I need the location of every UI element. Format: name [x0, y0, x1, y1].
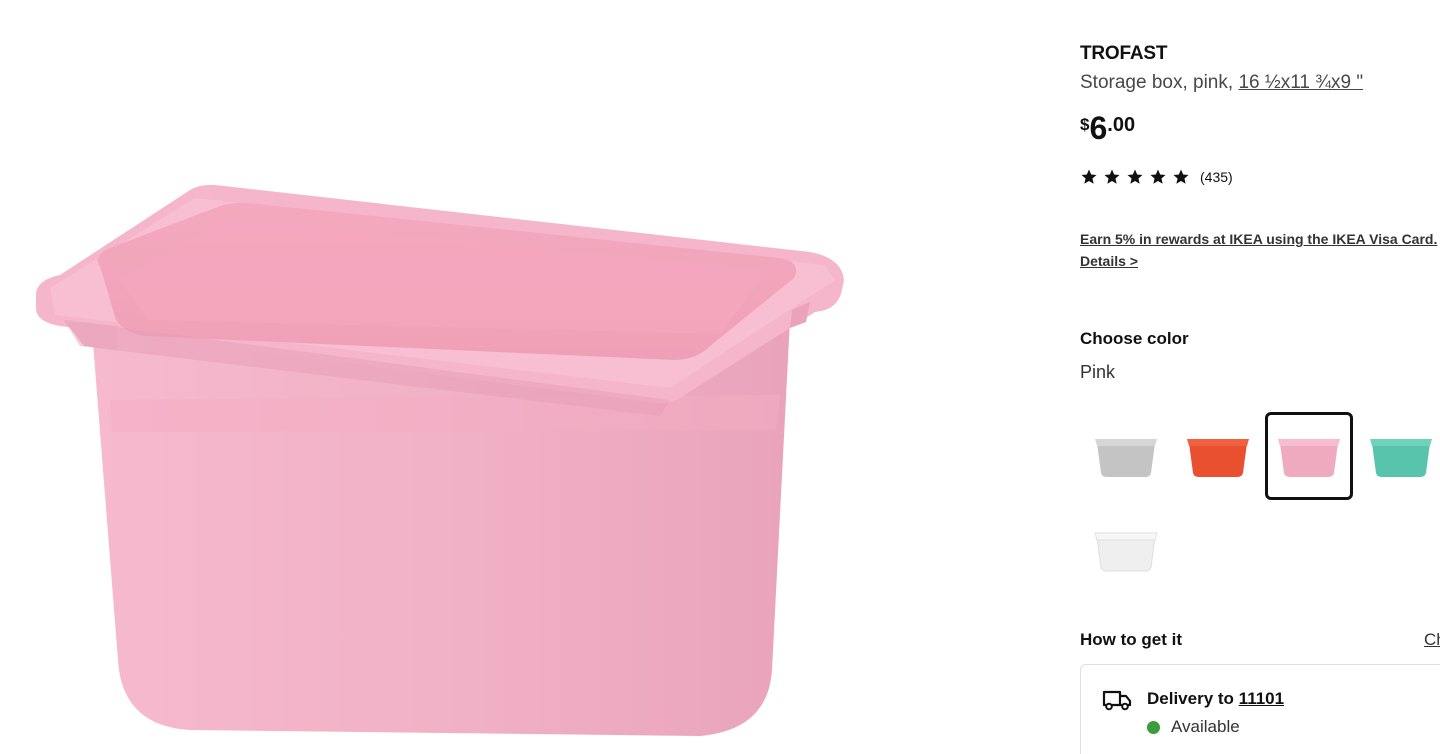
rewards-link[interactable]: Earn 5% in rewards at IKEA using the IKE…: [1080, 228, 1437, 250]
star-icon: [1081, 169, 1097, 184]
product-info-panel: TROFAST Storage box, pink, 16 ½x11 ¾x9 "…: [1080, 0, 1440, 754]
color-swatch-turquoise[interactable]: [1357, 412, 1440, 500]
color-swatch-red[interactable]: [1174, 412, 1262, 500]
available-dot-icon: [1147, 720, 1160, 734]
product-description: Storage box, pink, 16 ½x11 ¾x9 ": [1080, 72, 1363, 94]
price-currency: $: [1080, 115, 1090, 134]
rating-stars: [1080, 168, 1190, 186]
truck-icon: [1102, 690, 1132, 711]
product-rating[interactable]: (435): [1080, 168, 1233, 186]
product-image[interactable]: [20, 170, 860, 754]
rewards-details-link[interactable]: Details >: [1080, 250, 1437, 272]
product-dimensions-link[interactable]: 16 ½x11 ¾x9 ": [1238, 72, 1363, 93]
change-store-link[interactable]: Change store: [1424, 630, 1440, 650]
star-icon: [1104, 169, 1120, 184]
star-icon: [1173, 169, 1189, 184]
choose-color-heading: Choose color: [1080, 329, 1189, 348]
product-name: TROFAST: [1080, 43, 1168, 64]
star-icon: [1150, 169, 1166, 184]
delivery-option-card[interactable]: Delivery to 11101 Available: [1080, 664, 1440, 754]
selected-color-label: Pink: [1080, 362, 1116, 382]
availability-status: Available: [1147, 717, 1240, 737]
rating-count: (435): [1200, 169, 1233, 185]
delivery-prefix: Delivery to: [1147, 689, 1234, 708]
delivery-label: Delivery to 11101: [1147, 689, 1284, 709]
price-decimal: .00: [1107, 114, 1136, 136]
star-icon: [1127, 169, 1143, 184]
price-integer: 6: [1089, 110, 1108, 146]
color-swatch-white[interactable]: [1082, 506, 1170, 594]
availability-text: Available: [1171, 717, 1240, 736]
how-to-get-it-heading: How to get it: [1080, 630, 1182, 649]
product-description-text: Storage box, pink,: [1080, 72, 1234, 93]
product-price: $6.00: [1080, 108, 1135, 148]
color-swatch-pink[interactable]: [1265, 412, 1353, 500]
color-swatch-gray[interactable]: [1082, 412, 1170, 500]
rewards-promo: Earn 5% in rewards at IKEA using the IKE…: [1080, 228, 1437, 272]
delivery-zip-link[interactable]: 11101: [1239, 689, 1284, 708]
